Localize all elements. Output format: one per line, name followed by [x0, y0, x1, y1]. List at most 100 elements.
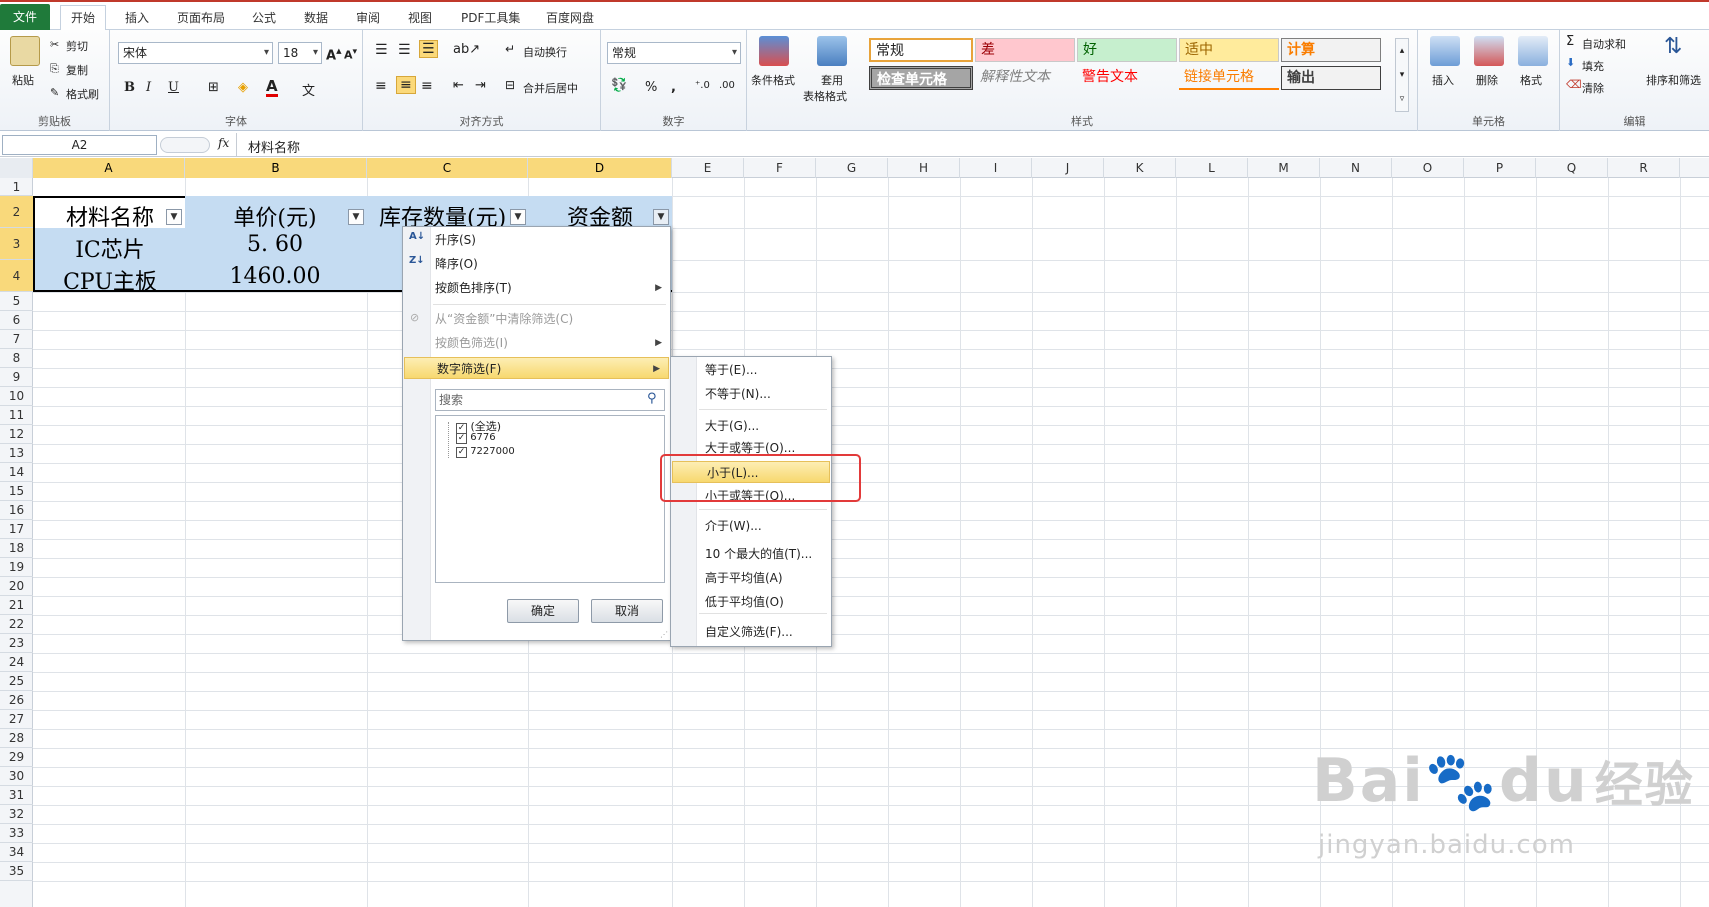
- watermark-brand: Bai: [1312, 746, 1425, 816]
- submenu-item-10[interactable]: 自定义筛选(F)...: [671, 621, 831, 643]
- cell-b4[interactable]: 1460.00: [185, 264, 365, 289]
- menu-number-filters[interactable]: 数字筛选(F) ▶: [404, 357, 669, 379]
- submenu-separator: [699, 409, 827, 410]
- row-header-19[interactable]: 19: [0, 558, 33, 577]
- row-header-5[interactable]: 5: [0, 292, 33, 311]
- row-header-1[interactable]: 1: [0, 178, 33, 196]
- cell-a4[interactable]: CPU主板: [35, 264, 185, 296]
- gridline-row: [33, 463, 1709, 464]
- check-value-1[interactable]: ✓ 6776: [456, 432, 496, 444]
- gridline-row: [33, 482, 1709, 483]
- value-1-label: 6776: [470, 432, 496, 443]
- gridline-col: [1176, 178, 1177, 907]
- baidu-watermark-logo: Bai🐾du 经验: [1312, 745, 1695, 816]
- row-header-20[interactable]: 20: [0, 577, 33, 596]
- row-header-24[interactable]: 24: [0, 653, 33, 672]
- filter-by-color-label: 按颜色筛选(I): [435, 336, 508, 350]
- header-unit-price[interactable]: 单价(元): [185, 200, 365, 232]
- submenu-separator: [699, 509, 827, 510]
- gridline-col: [1032, 178, 1033, 907]
- gridline-row: [33, 710, 1709, 711]
- gridline-row: [33, 311, 1709, 312]
- filter-search-input[interactable]: 搜索: [435, 389, 665, 411]
- cell-b3[interactable]: 5. 60: [185, 232, 365, 257]
- row-header-6[interactable]: 6: [0, 311, 33, 330]
- gridline-row: [33, 368, 1709, 369]
- row-header-32[interactable]: 32: [0, 805, 33, 824]
- menu-clear-filter: 从“资金额”中清除筛选(C): [435, 312, 574, 326]
- submenu-item-8[interactable]: 高于平均值(A): [671, 567, 831, 589]
- row-header-13[interactable]: 13: [0, 444, 33, 463]
- checkbox-checked-icon[interactable]: ✓: [456, 433, 467, 444]
- check-value-2[interactable]: ✓ 7227000: [456, 446, 515, 458]
- row-header-17[interactable]: 17: [0, 520, 33, 539]
- gridline-row: [33, 672, 1709, 673]
- cancel-button[interactable]: 取消: [591, 599, 663, 623]
- submenu-item-6[interactable]: 介于(W)...: [671, 515, 831, 537]
- gridline-row: [33, 501, 1709, 502]
- autofilter-menu: A↓ 升序(S) Z↓ 降序(O) 按颜色排序(T) ▶ ⊘ 从“资金额”中清除筛…: [402, 226, 671, 641]
- submenu-item-7[interactable]: 10 个最大的值(T)...: [671, 543, 831, 565]
- row-header-16[interactable]: 16: [0, 501, 33, 520]
- row-header-28[interactable]: 28: [0, 729, 33, 748]
- row-header-7[interactable]: 7: [0, 330, 33, 349]
- gridline-row: [33, 425, 1709, 426]
- row-header-35[interactable]: 35: [0, 862, 33, 881]
- gridline-col: [1248, 178, 1249, 907]
- gridline-row: [33, 444, 1709, 445]
- gridline-row: [33, 615, 1709, 616]
- header-material-name[interactable]: 材料名称: [35, 200, 185, 232]
- gridline-row: [33, 691, 1709, 692]
- submenu-item-2[interactable]: 大于(G)...: [671, 415, 831, 437]
- watermark-cn: 经验: [1594, 757, 1695, 813]
- cell-a3[interactable]: IC芯片: [35, 232, 185, 264]
- row-header-31[interactable]: 31: [0, 786, 33, 805]
- gridline-row: [33, 881, 1709, 882]
- row-header-3[interactable]: 3: [0, 228, 33, 260]
- row-header-8[interactable]: 8: [0, 349, 33, 368]
- chevron-right-icon: ▶: [655, 283, 662, 293]
- row-header-25[interactable]: 25: [0, 672, 33, 691]
- menu-sort-ascending[interactable]: 升序(S): [403, 229, 670, 251]
- gridline-row: [33, 634, 1709, 635]
- row-header-30[interactable]: 30: [0, 767, 33, 786]
- watermark-brand-2: du: [1499, 746, 1589, 816]
- checkbox-checked-icon[interactable]: ✓: [456, 447, 467, 458]
- row-header-10[interactable]: 10: [0, 387, 33, 406]
- row-header-34[interactable]: 34: [0, 843, 33, 862]
- row-header-9[interactable]: 9: [0, 368, 33, 387]
- row-header-33[interactable]: 33: [0, 824, 33, 843]
- row-header-21[interactable]: 21: [0, 596, 33, 615]
- row-header-14[interactable]: 14: [0, 463, 33, 482]
- value-2-label: 7227000: [470, 446, 515, 457]
- filter-dropdown-b-icon[interactable]: ▼: [348, 209, 364, 225]
- row-header-18[interactable]: 18: [0, 539, 33, 558]
- row-header-11[interactable]: 11: [0, 406, 33, 425]
- filter-dropdown-a-icon[interactable]: ▼: [166, 209, 182, 225]
- gridline-row: [33, 558, 1709, 559]
- menu-sort-descending[interactable]: 降序(O): [403, 253, 670, 275]
- resize-grip-icon[interactable]: ⋰: [660, 630, 668, 639]
- submenu-item-1[interactable]: 不等于(N)...: [671, 383, 831, 405]
- row-header-29[interactable]: 29: [0, 748, 33, 767]
- row-header-12[interactable]: 12: [0, 425, 33, 444]
- filter-dropdown-c-icon[interactable]: ▼: [510, 209, 526, 225]
- ok-button[interactable]: 确定: [507, 599, 579, 623]
- gridline-row: [33, 349, 1709, 350]
- submenu-item-9[interactable]: 低于平均值(O): [671, 591, 831, 613]
- row-header-27[interactable]: 27: [0, 710, 33, 729]
- chevron-right-icon: ▶: [655, 338, 662, 348]
- row-header-4[interactable]: 4: [0, 260, 33, 292]
- filter-dropdown-d-icon[interactable]: ▼: [653, 209, 669, 225]
- watermark-url: jingyan.baidu.com: [1318, 830, 1575, 860]
- row-header-23[interactable]: 23: [0, 634, 33, 653]
- row-header-22[interactable]: 22: [0, 615, 33, 634]
- menu-sort-by-color[interactable]: 按颜色排序(T) ▶: [403, 277, 670, 299]
- row-header-2[interactable]: 2: [0, 196, 33, 228]
- submenu-item-0[interactable]: 等于(E)...: [671, 359, 831, 381]
- excel-window: { "tabs": ["文件","开始","插入","页面布局","公式","数…: [0, 0, 1709, 907]
- row-header-15[interactable]: 15: [0, 482, 33, 501]
- gridline-row: [33, 862, 1709, 863]
- gridline-row: [33, 406, 1709, 407]
- row-header-26[interactable]: 26: [0, 691, 33, 710]
